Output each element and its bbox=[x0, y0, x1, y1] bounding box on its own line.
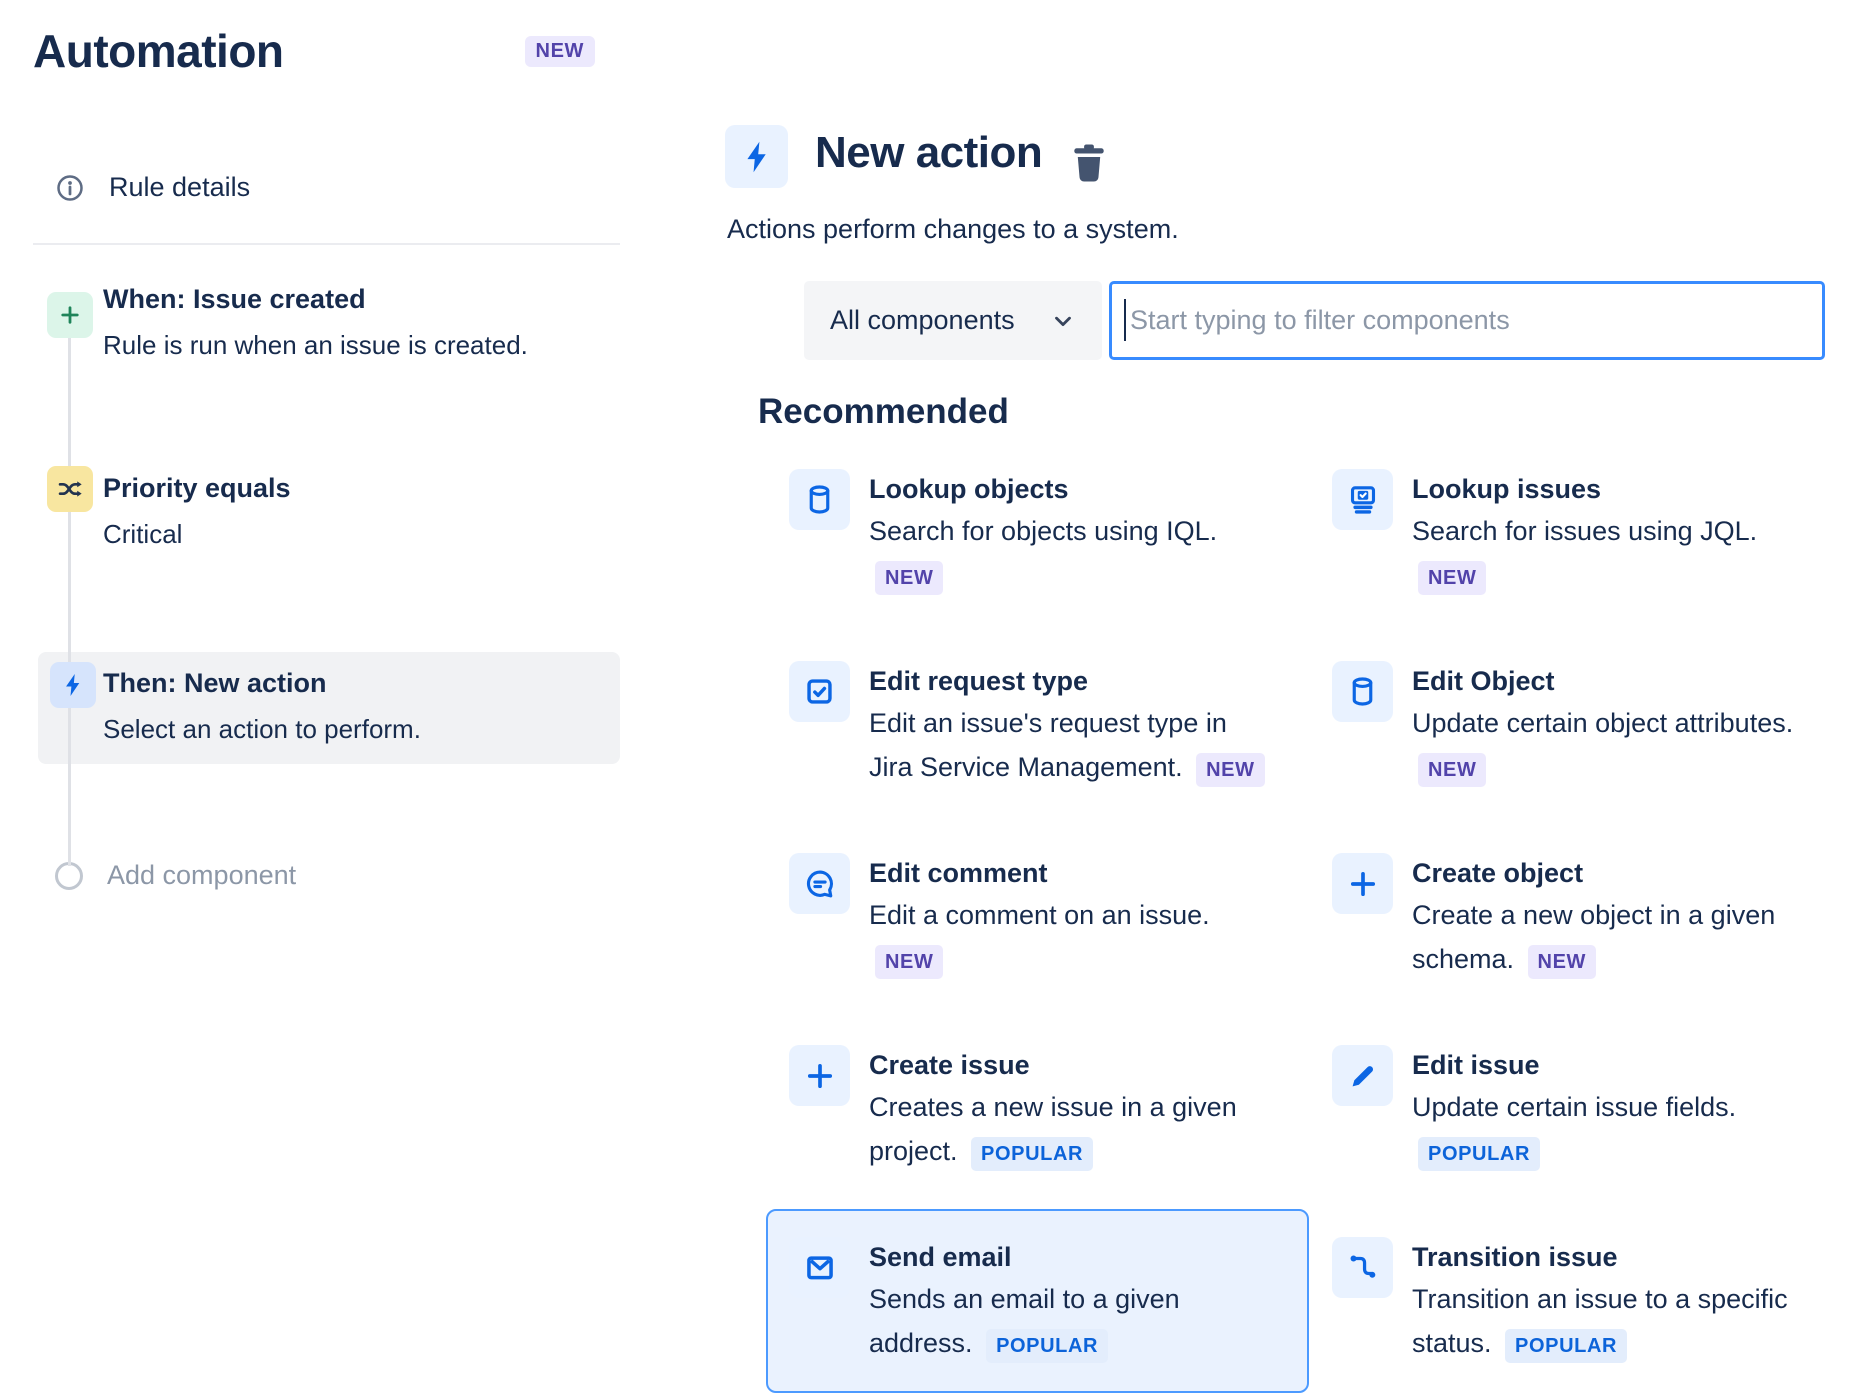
status-badge: NEW bbox=[1418, 561, 1486, 595]
status-badge: POPULAR bbox=[971, 1137, 1093, 1171]
action-card-create-issue[interactable]: Create issue Creates a new issue in a gi… bbox=[766, 1017, 1309, 1191]
status-badge: NEW bbox=[1418, 753, 1486, 787]
action-card-send-email[interactable]: Send email Sends an email to a given add… bbox=[766, 1209, 1309, 1393]
status-badge: NEW bbox=[875, 945, 943, 979]
timeline-connector bbox=[68, 338, 71, 866]
new-feature-badge: NEW bbox=[525, 36, 595, 67]
section-title-recommended: Recommended bbox=[758, 392, 1009, 432]
info-icon bbox=[55, 173, 85, 203]
action-card-edit-issue[interactable]: Edit issue Update certain issue fields. … bbox=[1309, 1017, 1852, 1191]
envelope-icon bbox=[789, 1237, 850, 1298]
main-description: Actions perform changes to a system. bbox=[727, 214, 1179, 245]
action-card-edit-request-type[interactable]: Edit request type Edit an issue's reques… bbox=[766, 633, 1309, 807]
status-badge: NEW bbox=[1528, 945, 1596, 979]
add-component-label: Add component bbox=[107, 860, 296, 891]
sidebar-header: Automation NEW bbox=[33, 24, 595, 78]
trash-icon[interactable] bbox=[1068, 140, 1110, 186]
main-title: New action bbox=[815, 128, 1042, 178]
shuffle-icon bbox=[47, 466, 93, 512]
action-card-lookup-objects[interactable]: Lookup objects Search for objects using … bbox=[766, 441, 1309, 615]
dropdown-value: All components bbox=[830, 305, 1015, 336]
transition-icon bbox=[1332, 1237, 1393, 1298]
rule-details-label: Rule details bbox=[109, 172, 250, 203]
plus-icon bbox=[1332, 853, 1393, 914]
action-card-transition-issue[interactable]: Transition issue Transition an issue to … bbox=[1309, 1209, 1852, 1393]
action-card-create-object[interactable]: Create object Create a new object in a g… bbox=[1309, 825, 1852, 999]
action-card-edit-object[interactable]: Edit Object Update certain object attrib… bbox=[1309, 633, 1852, 807]
issue-list-icon bbox=[1332, 469, 1393, 530]
sidebar-item-rule-details[interactable]: Rule details bbox=[55, 172, 250, 203]
recommended-actions-grid: Lookup objects Search for objects using … bbox=[766, 441, 1858, 1393]
chevron-down-icon bbox=[1050, 308, 1076, 334]
action-card-edit-comment[interactable]: Edit comment Edit a comment on an issue.… bbox=[766, 825, 1309, 999]
add-component-button[interactable]: Add component bbox=[55, 860, 296, 891]
status-badge: NEW bbox=[1196, 753, 1264, 787]
status-badge: POPULAR bbox=[1418, 1137, 1540, 1171]
action-card-lookup-issues[interactable]: Lookup issues Search for issues using JQ… bbox=[1309, 441, 1852, 615]
sidebar-divider bbox=[33, 243, 620, 245]
status-badge: POPULAR bbox=[986, 1329, 1108, 1363]
lightning-icon bbox=[50, 662, 96, 708]
search-input[interactable] bbox=[1109, 281, 1825, 360]
checkbox-icon bbox=[789, 661, 850, 722]
page-title: Automation bbox=[33, 24, 284, 78]
database-icon bbox=[1332, 661, 1393, 722]
lightning-icon bbox=[725, 125, 788, 188]
plus-icon bbox=[789, 1045, 850, 1106]
status-badge: NEW bbox=[875, 561, 943, 595]
comment-icon bbox=[789, 853, 850, 914]
pencil-icon bbox=[1332, 1045, 1393, 1106]
component-filter-dropdown[interactable]: All components bbox=[804, 281, 1102, 360]
status-badge: POPULAR bbox=[1505, 1329, 1627, 1363]
plus-icon bbox=[47, 292, 93, 338]
database-icon bbox=[789, 469, 850, 530]
